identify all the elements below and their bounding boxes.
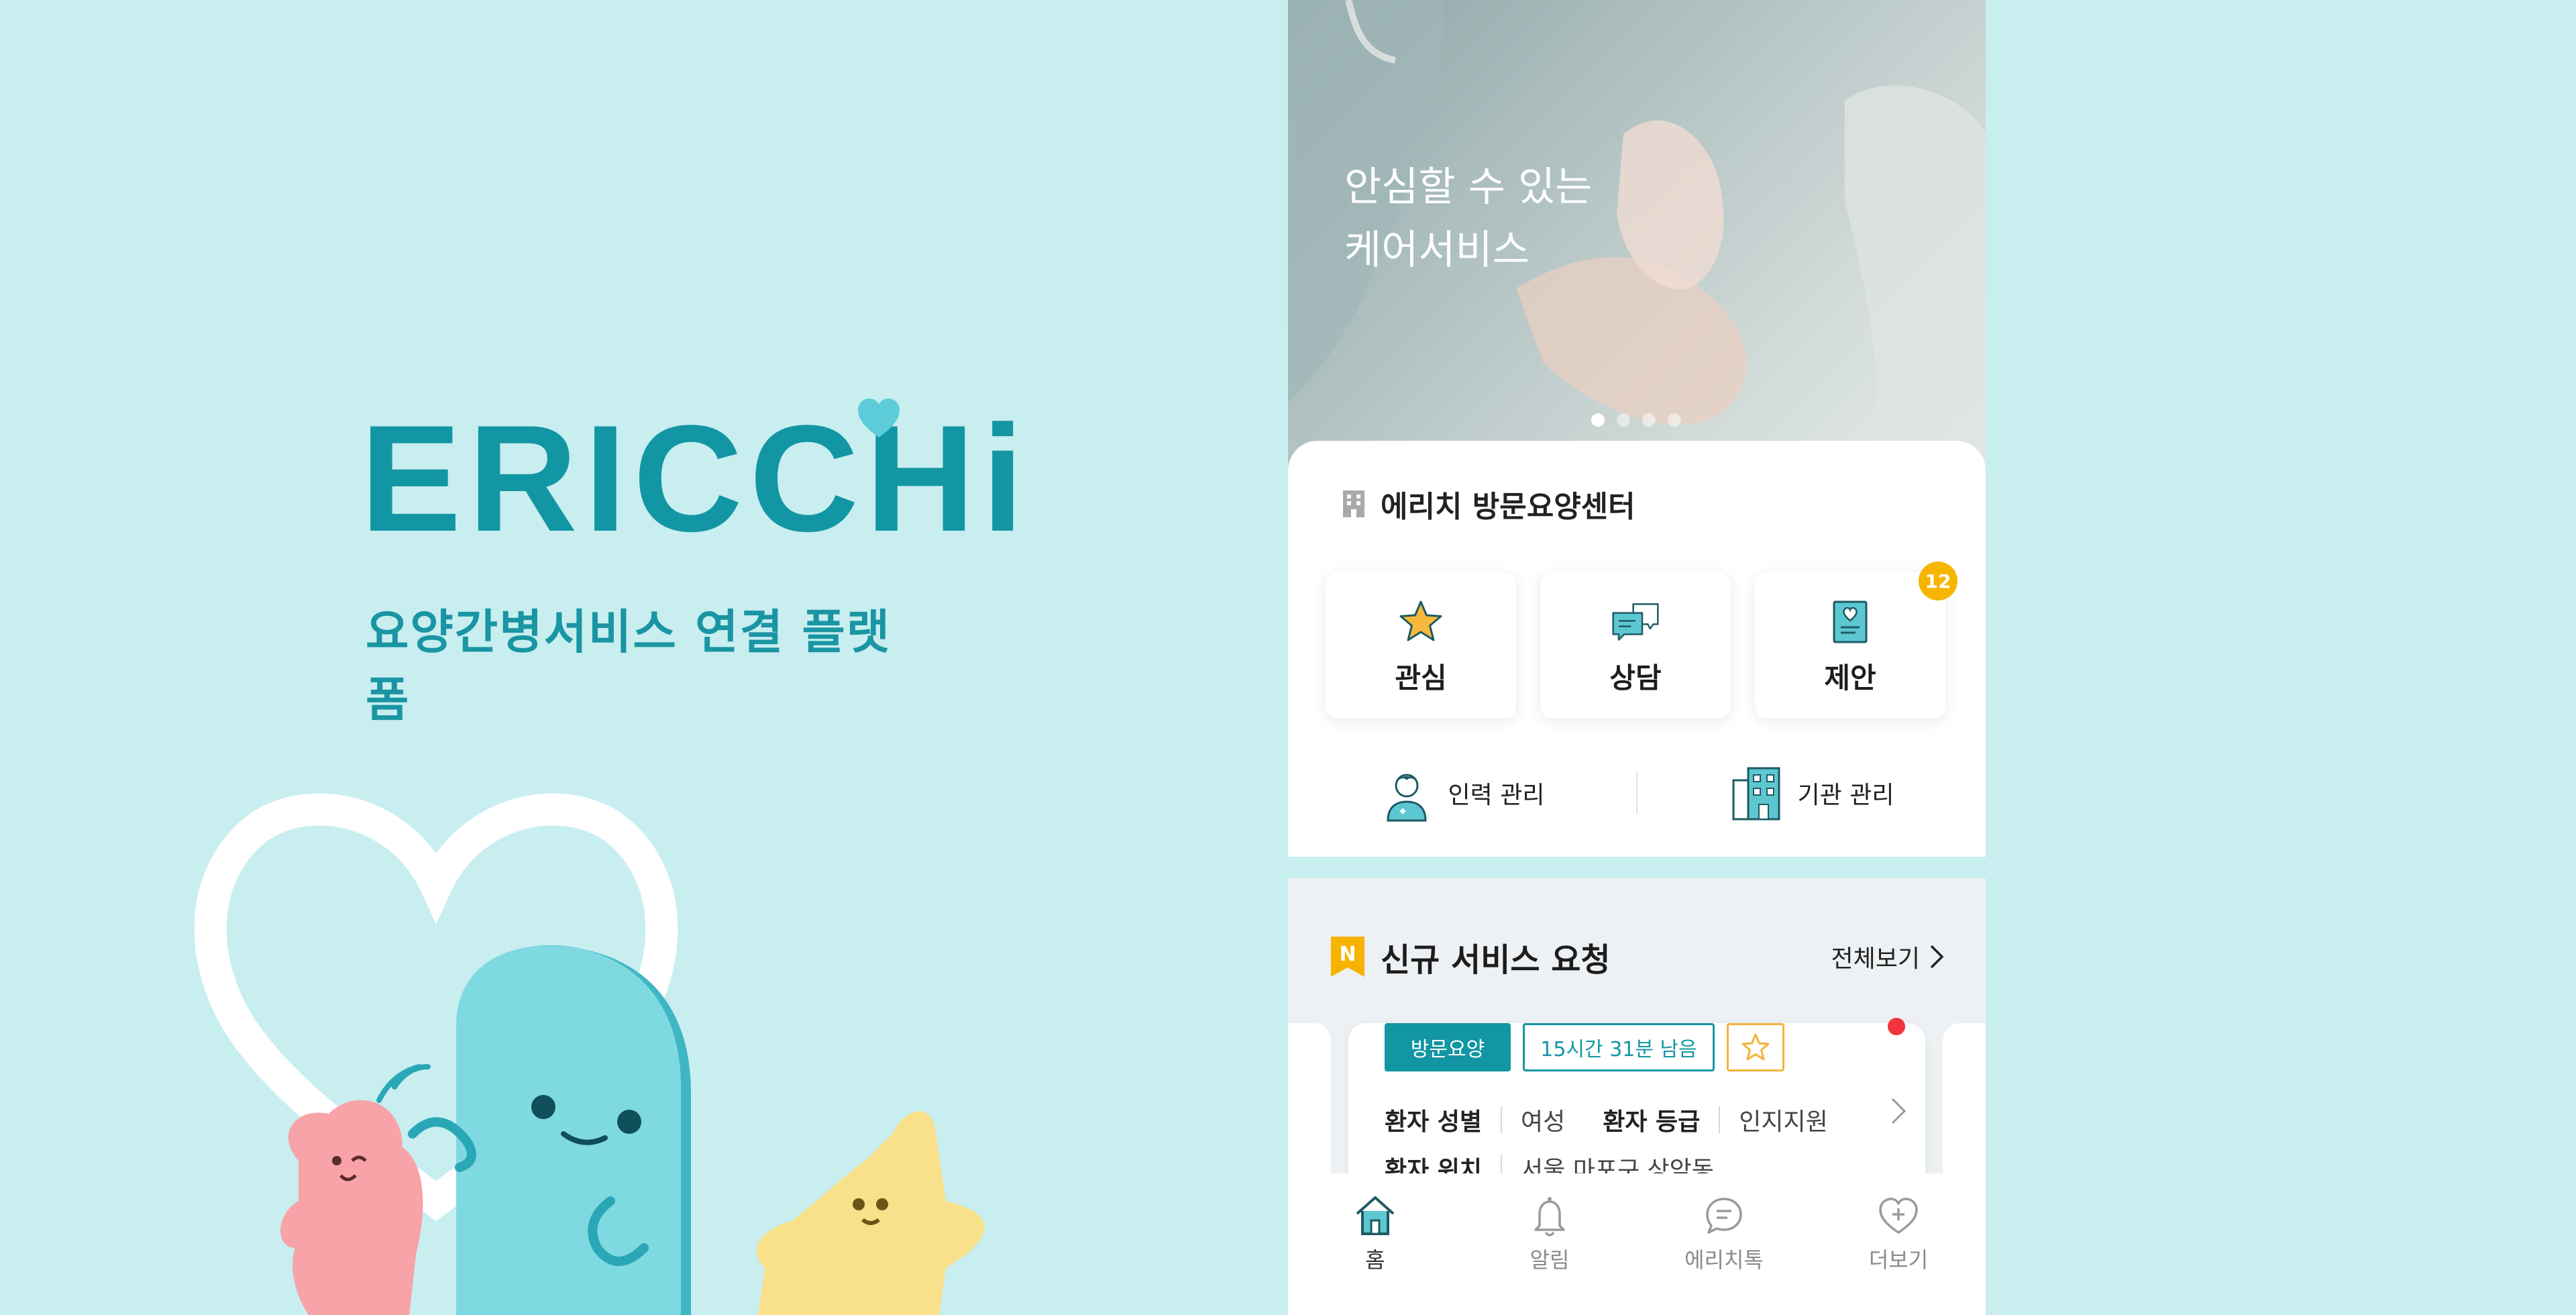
star-outline-icon	[1741, 1033, 1770, 1061]
dashboard-card: 에리치 방문요양센터 관심 상담 제안 12 인력 관리 기관 관리	[1288, 441, 1986, 857]
tagline: 요양간병서비스 연결 플랫폼	[366, 604, 892, 727]
next-request-card[interactable]	[1943, 1023, 1986, 1173]
grade-label: 환자 등급	[1603, 1108, 1701, 1136]
heart-plus-icon	[1879, 1198, 1918, 1234]
request-chips: 방문요양 15시간 31분 남음	[1385, 1023, 1784, 1071]
yellow-mascot	[756, 1111, 985, 1315]
building-icon	[1343, 490, 1364, 517]
tile-interest[interactable]: 관심	[1326, 572, 1516, 719]
tile-consult[interactable]: 상담	[1540, 572, 1731, 719]
carousel-dot[interactable]	[1591, 413, 1605, 427]
section-title: 신규 서비스 요청	[1381, 941, 1611, 979]
hospital-icon	[1732, 767, 1780, 821]
tab-label: 홈	[1365, 1247, 1385, 1273]
staff-management-label: 인력 관리	[1448, 782, 1545, 809]
chat-icon	[1612, 602, 1659, 641]
star-icon	[1399, 600, 1442, 641]
agency-management-label: 기관 관리	[1797, 782, 1894, 809]
patient-info-row: 환자 성별 여성 환자 등급 인지지원	[1385, 1102, 1828, 1137]
patient-location-row: 환자 위치 서울 마포구 상암동	[1385, 1151, 1714, 1173]
document-heart-icon	[1833, 600, 1868, 643]
time-left-chip: 15시간 31분 남음	[1523, 1023, 1715, 1071]
home-icon	[1356, 1196, 1395, 1235]
gender-label: 환자 성별	[1385, 1108, 1483, 1136]
svg-text:N: N	[1339, 943, 1356, 966]
new-badge-icon: N	[1331, 937, 1364, 977]
logo-text: ERICCHi	[360, 393, 1031, 563]
brand-block: ERICCHi 요양간병서비스 연결 플랫폼	[360, 399, 1024, 730]
hero-title: 안심할 수 있는 케어서비스	[1344, 164, 1593, 274]
carousel-dots[interactable]	[1591, 413, 1681, 427]
bell-icon	[1534, 1197, 1565, 1237]
notification-badge: 12	[1919, 562, 1957, 600]
divider	[1501, 1106, 1503, 1133]
request-card[interactable]: 방문요양 15시간 31분 남음 환자 성별 여성 환자 등급 인지지원 환자 …	[1348, 1018, 1925, 1173]
phone-screen: 안심할 수 있는 케어서비스 에리치 방문요양센터 관심 상담 제안 12 인력…	[1288, 0, 1986, 1315]
gender-value: 여성	[1521, 1108, 1566, 1136]
center-name: 에리치 방문요양센터	[1381, 490, 1635, 524]
section-header: N 신규 서비스 요청 전체보기	[1330, 933, 1944, 980]
carousel-dot[interactable]	[1668, 413, 1681, 427]
service-type-chip: 방문요양	[1385, 1023, 1511, 1071]
heart-icon	[858, 399, 900, 437]
carousel-dot[interactable]	[1642, 413, 1656, 427]
unread-dot	[1888, 1018, 1905, 1035]
pink-mascot	[280, 1100, 423, 1315]
tab-ericchi-talk[interactable]: 에리치톡	[1637, 1173, 1811, 1315]
view-all-link[interactable]: 전체보기	[1831, 939, 1944, 974]
caregiver-icon	[1387, 774, 1427, 822]
chevron-right-icon	[1930, 945, 1944, 969]
divider	[1501, 1155, 1503, 1173]
chevron-right-icon[interactable]	[1890, 1097, 1907, 1125]
favorite-button[interactable]	[1727, 1023, 1784, 1071]
tab-label: 에리치톡	[1684, 1247, 1764, 1273]
prev-request-card[interactable]	[1288, 1023, 1331, 1173]
tab-label: 알림	[1529, 1247, 1570, 1273]
agency-management-button[interactable]: 기관 관리	[1638, 764, 1986, 822]
center-header[interactable]: 에리치 방문요양센터	[1342, 482, 1635, 525]
divider	[1719, 1106, 1721, 1133]
tab-label: 더보기	[1868, 1247, 1929, 1273]
mascot-illustration	[194, 793, 985, 1315]
bottom-tab-bar: 홈 알림 에리치톡 더보기	[1288, 1173, 1986, 1315]
new-requests-section: N 신규 서비스 요청 전체보기 방문요양 15시간 31분 남음 환자 성별 …	[1288, 878, 1986, 1173]
tile-label: 상담	[1609, 661, 1662, 694]
tab-home[interactable]: 홈	[1288, 1173, 1462, 1315]
message-icon	[1706, 1198, 1742, 1234]
tab-notifications[interactable]: 알림	[1462, 1173, 1637, 1315]
management-row: 인력 관리 기관 관리	[1288, 756, 1986, 830]
location-label: 환자 위치	[1385, 1157, 1483, 1173]
view-all-label: 전체보기	[1831, 945, 1920, 973]
section-divider	[1288, 857, 1986, 878]
quick-tiles: 관심 상담 제안 12	[1326, 562, 1957, 719]
staff-management-button[interactable]: 인력 관리	[1288, 764, 1636, 822]
tab-more[interactable]: 더보기	[1811, 1173, 1986, 1315]
hero-banner[interactable]: 안심할 수 있는 케어서비스	[1288, 0, 1986, 470]
tile-label: 제안	[1824, 661, 1876, 694]
location-value: 서울 마포구 상암동	[1521, 1157, 1714, 1173]
carousel-dot[interactable]	[1617, 413, 1630, 427]
app-logo: ERICCHi	[360, 399, 1024, 554]
tile-proposal[interactable]: 제안 12	[1755, 562, 1957, 719]
grade-value: 인지지원	[1739, 1108, 1828, 1136]
tile-label: 관심	[1395, 661, 1447, 694]
